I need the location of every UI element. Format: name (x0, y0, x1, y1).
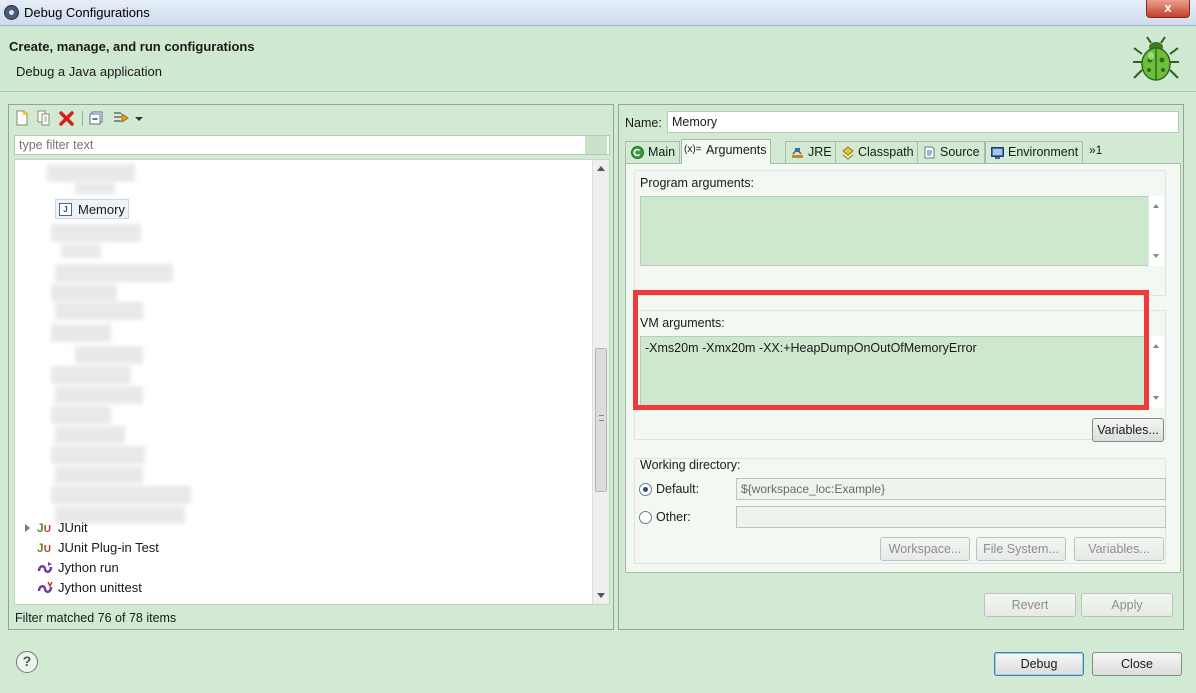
name-input[interactable] (667, 111, 1179, 133)
jython-unittest-icon (37, 581, 53, 593)
environment-tab-icon (991, 147, 1004, 159)
tab-label: Source (940, 145, 980, 159)
expand-arrow-icon[interactable] (25, 524, 30, 532)
tree-item-junit-plugin[interactable]: JU JUnit Plug-in Test (15, 538, 159, 558)
window-close-button[interactable]: x (1146, 0, 1190, 18)
tree-item-jython-run[interactable]: Jython run (15, 558, 119, 578)
tree-item-label: Jython unittest (58, 580, 142, 595)
source-tab-icon (924, 146, 935, 159)
program-arguments-label: Program arguments: (640, 176, 754, 190)
file-system-button[interactable]: File System... (976, 537, 1066, 561)
tree-item-junit[interactable]: JU JUnit (15, 518, 88, 538)
tree-item-label: Memory (78, 202, 125, 217)
tree-scrollbar[interactable] (592, 160, 609, 604)
apply-button[interactable]: Apply (1081, 593, 1173, 617)
filter-clear-button[interactable] (585, 136, 607, 154)
filter-status: Filter matched 76 of 78 items (15, 611, 177, 625)
debug-button[interactable]: Debug (994, 652, 1084, 676)
configuration-editor-panel: Name: Main (x)= Arguments JRE (618, 104, 1184, 630)
scroll-down-icon[interactable] (597, 593, 605, 598)
tab-environment[interactable]: Environment (985, 141, 1084, 163)
scroll-thumb[interactable] (595, 348, 607, 492)
configuration-tree[interactable]: J Memory JU JUnit JU JUnit Plug-in Test … (14, 159, 610, 605)
working-dir-variables-button[interactable]: Variables... (1074, 537, 1164, 561)
header-subtitle: Debug a Java application (16, 64, 162, 79)
new-launch-config-icon[interactable] (13, 109, 31, 127)
filter-configs-icon[interactable] (112, 109, 130, 127)
other-directory-field[interactable] (736, 506, 1166, 528)
java-app-icon: J (59, 203, 72, 216)
tree-item-jython-unittest[interactable]: Jython unittest (15, 578, 142, 598)
close-button[interactable]: Close (1092, 652, 1182, 676)
tab-source[interactable]: Source (917, 141, 985, 163)
dialog-header: Create, manage, and run configurations D… (0, 26, 1196, 92)
junit-plugin-icon: JU (37, 541, 51, 555)
vm-variables-button[interactable]: Variables... (1092, 418, 1164, 442)
tree-item-label: JUnit Plug-in Test (58, 540, 159, 555)
tab-classpath[interactable]: Classpath (835, 141, 919, 163)
jython-icon (37, 562, 53, 573)
tree-item-label: JUnit (58, 520, 88, 535)
config-tabs: Main (x)= Arguments JRE Classpath Source… (625, 139, 1181, 164)
more-tabs-button[interactable]: »1 (1089, 143, 1102, 157)
main-tab-icon (631, 146, 644, 159)
scroll-up-icon[interactable] (597, 166, 605, 171)
dialog-body: J Memory JU JUnit JU JUnit Plug-in Test … (0, 92, 1196, 693)
tab-label: Arguments (706, 143, 767, 157)
other-radio[interactable] (639, 511, 652, 524)
working-directory-label: Working directory: (640, 458, 741, 472)
vm-args-scrollbar[interactable] (1148, 336, 1164, 408)
title-bar: Debug Configurations x (0, 0, 1196, 26)
revert-button[interactable]: Revert (984, 593, 1076, 617)
eclipse-app-icon (4, 5, 19, 20)
junit-icon: JU (37, 521, 51, 535)
debug-bug-icon (1133, 36, 1179, 81)
default-label: Default: (656, 482, 700, 496)
chevron-down-icon[interactable] (133, 109, 145, 127)
name-label: Name: (625, 116, 662, 130)
tree-item-memory[interactable]: J Memory (55, 199, 129, 219)
program-arguments-textarea[interactable] (640, 196, 1164, 266)
tab-label: Environment (1008, 145, 1079, 159)
help-button[interactable]: ? (16, 651, 38, 673)
workspace-button[interactable]: Workspace... (880, 537, 970, 561)
duplicate-config-icon[interactable] (35, 109, 53, 127)
delete-config-icon[interactable] (58, 109, 76, 127)
tab-jre[interactable]: JRE (785, 141, 837, 163)
default-radio[interactable] (639, 483, 652, 496)
other-label: Other: (656, 510, 691, 524)
tab-label: JRE (808, 145, 832, 159)
highlight-box (633, 290, 1149, 410)
configuration-list-panel: J Memory JU JUnit JU JUnit Plug-in Test … (8, 104, 614, 630)
tab-label: Classpath (858, 145, 914, 159)
tab-label: Main (648, 145, 676, 159)
tree-item-label: Jython run (58, 560, 119, 575)
window-title: Debug Configurations (24, 5, 150, 20)
collapse-all-icon[interactable] (88, 109, 106, 127)
tab-arguments[interactable]: (x)= Arguments (681, 139, 772, 164)
jre-tab-icon (792, 147, 803, 158)
arguments-tab-icon: (x)= (684, 144, 702, 155)
filter-input[interactable] (14, 135, 610, 155)
classpath-tab-icon (842, 146, 854, 160)
header-title: Create, manage, and run configurations (9, 39, 255, 54)
tab-main[interactable]: Main (625, 141, 681, 163)
program-args-scrollbar[interactable] (1148, 196, 1164, 266)
default-directory-field (736, 478, 1166, 500)
